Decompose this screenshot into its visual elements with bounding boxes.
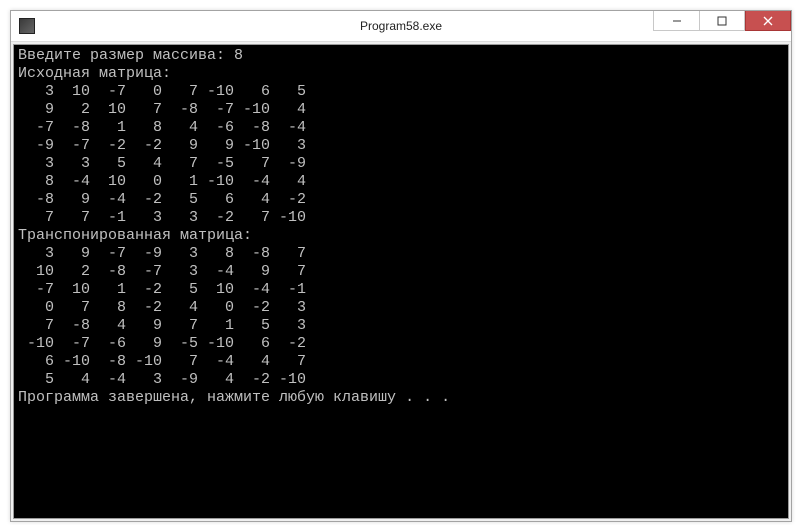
input-line: Введите размер массива: 8: [18, 47, 784, 65]
matrix-row: 10 2 -8 -7 3 -4 9 7: [18, 263, 784, 281]
matrix-row: 9 2 10 7 -8 -7 -10 4: [18, 101, 784, 119]
matrix-row: 3 9 -7 -9 3 8 -8 7: [18, 245, 784, 263]
matrix-row: 3 10 -7 0 7 -10 6 5: [18, 83, 784, 101]
matrix-heading-original: Исходная матрица:: [18, 65, 784, 83]
matrix-row: -7 10 1 -2 5 10 -4 -1: [18, 281, 784, 299]
app-icon: [19, 18, 35, 34]
footer-line: Программа завершена, нажмите любую клави…: [18, 389, 784, 407]
console-window: Program58.exe Введите размер массива: 8И…: [10, 10, 792, 522]
matrix-row: -9 -7 -2 -2 9 9 -10 3: [18, 137, 784, 155]
window-controls: [653, 11, 791, 41]
matrix-row: 3 3 5 4 7 -5 7 -9: [18, 155, 784, 173]
matrix-row: -10 -7 -6 9 -5 -10 6 -2: [18, 335, 784, 353]
maximize-button[interactable]: [699, 11, 745, 31]
matrix-row: 5 4 -4 3 -9 4 -2 -10: [18, 371, 784, 389]
console-output[interactable]: Введите размер массива: 8Исходная матриц…: [13, 44, 789, 519]
matrix-row: 6 -10 -8 -10 7 -4 4 7: [18, 353, 784, 371]
matrix-row: -8 9 -4 -2 5 6 4 -2: [18, 191, 784, 209]
client-area: Введите размер массива: 8Исходная матриц…: [11, 42, 791, 521]
matrix-row: 7 -8 4 9 7 1 5 3: [18, 317, 784, 335]
matrix-heading-transposed: Транспонированная матрица:: [18, 227, 784, 245]
close-button[interactable]: [745, 11, 791, 31]
matrix-row: -7 -8 1 8 4 -6 -8 -4: [18, 119, 784, 137]
titlebar[interactable]: Program58.exe: [11, 11, 791, 42]
matrix-row: 0 7 8 -2 4 0 -2 3: [18, 299, 784, 317]
matrix-row: 7 7 -1 3 3 -2 7 -10: [18, 209, 784, 227]
minimize-button[interactable]: [653, 11, 699, 31]
matrix-row: 8 -4 10 0 1 -10 -4 4: [18, 173, 784, 191]
